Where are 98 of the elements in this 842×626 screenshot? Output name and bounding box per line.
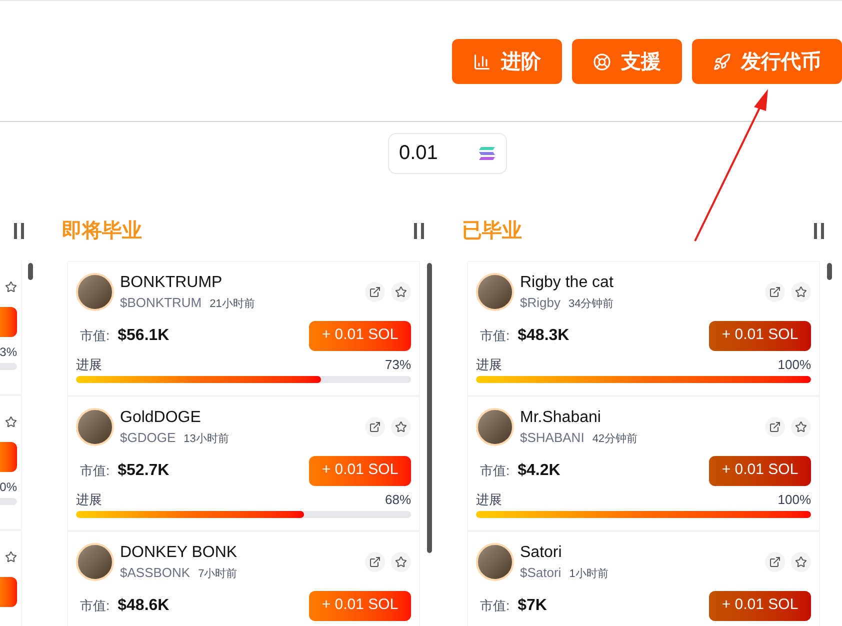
- token-name: GoldDOGE: [120, 408, 202, 428]
- star-icon: [395, 421, 408, 433]
- scrollbar-thumb[interactable]: [427, 263, 432, 553]
- buy-button[interactable]: [0, 307, 17, 337]
- market-cap-label: 市值:: [480, 462, 510, 480]
- market-cap-label: 市值:: [80, 596, 110, 615]
- rocket-icon: [713, 52, 731, 70]
- market-cap-value: $48.3K: [518, 326, 570, 346]
- star-button[interactable]: [791, 417, 812, 437]
- token-ticker: $ASSBONK: [120, 564, 190, 582]
- token-name: Rigby the cat: [520, 273, 614, 293]
- external-link-icon: [769, 556, 782, 568]
- progress-label: 进展: [76, 356, 102, 374]
- progress-percent: 0%: [0, 479, 17, 496]
- token-age: 13小时前: [184, 432, 229, 447]
- external-link-icon: [369, 556, 382, 568]
- pause-icon[interactable]: [414, 223, 424, 239]
- star-button[interactable]: [391, 417, 412, 437]
- progress-label: 进展: [476, 490, 502, 508]
- star-icon: [795, 286, 808, 298]
- column-title: 已毕业: [462, 219, 522, 244]
- buy-button[interactable]: + 0.01 SOL: [309, 456, 412, 486]
- progress-label: 进展: [476, 356, 502, 374]
- star-icon: [395, 286, 408, 298]
- star-button[interactable]: [391, 282, 412, 302]
- solana-logo-icon: [479, 147, 495, 160]
- star-icon[interactable]: [5, 551, 17, 563]
- star-button[interactable]: [791, 552, 812, 572]
- scrollbar-thumb[interactable]: [28, 263, 33, 280]
- star-button[interactable]: [391, 552, 412, 572]
- buy-button[interactable]: + 0.01 SOL: [309, 590, 412, 620]
- token-age: 7小时前: [198, 567, 238, 582]
- lifebuoy-icon: [593, 52, 611, 70]
- progress-label: 进展: [76, 490, 102, 508]
- buy-button[interactable]: [0, 577, 17, 607]
- avatar-placeholder: [76, 543, 114, 581]
- market-cap-value: $7K: [518, 596, 547, 616]
- token-name: Satori: [520, 543, 563, 563]
- buy-button[interactable]: + 0.01 SOL: [309, 320, 412, 350]
- external-link-button[interactable]: [765, 417, 786, 437]
- external-link-button[interactable]: [365, 417, 386, 437]
- avatar-placeholder: [76, 408, 114, 446]
- progress-percent: 68%: [385, 490, 412, 508]
- buy-button[interactable]: + 0.01 SOL: [709, 320, 812, 350]
- amount-field[interactable]: 0.01: [388, 133, 507, 174]
- external-link-icon: [769, 286, 782, 298]
- token-name: BONKTRUMP: [120, 273, 224, 293]
- market-cap-label: 市值:: [80, 462, 110, 480]
- header-button[interactable]: 发行代币: [692, 39, 842, 84]
- buy-button[interactable]: + 0.01 SOL: [709, 456, 812, 486]
- token-name: DONKEY BONK: [120, 543, 238, 563]
- token-name: Mr.Shabani: [520, 408, 602, 428]
- avatar-placeholder: [476, 408, 514, 446]
- token-ticker: $GDOGE: [120, 429, 176, 447]
- buy-button[interactable]: [0, 442, 17, 472]
- progress-percent: 100%: [778, 356, 812, 374]
- token-age: 34分钟前: [568, 297, 614, 312]
- market-cap-label: 市值:: [80, 326, 110, 345]
- avatar-placeholder: [76, 273, 114, 311]
- star-icon: [395, 556, 408, 568]
- progress-percent: 100%: [778, 490, 812, 508]
- external-link-button[interactable]: [765, 282, 786, 302]
- token-ticker: $BONKTRUM: [120, 294, 202, 312]
- market-cap-value: $4.2K: [518, 460, 560, 480]
- avatar-placeholder: [476, 543, 514, 581]
- external-link-button[interactable]: [765, 552, 786, 572]
- token-age: 21小时前: [210, 297, 255, 312]
- star-button[interactable]: [791, 282, 812, 302]
- external-link-icon: [369, 421, 382, 433]
- header-button[interactable]: 进阶: [452, 39, 562, 84]
- token-age: 1小时前: [569, 567, 608, 582]
- star-icon: [795, 556, 808, 568]
- header-button[interactable]: 支援: [572, 39, 682, 84]
- buy-button[interactable]: + 0.01 SOL: [709, 590, 812, 620]
- market-cap-value: $56.1K: [118, 326, 170, 346]
- external-link-icon: [369, 286, 382, 298]
- star-icon[interactable]: [5, 416, 17, 428]
- market-cap-value: $52.7K: [118, 460, 170, 480]
- token-ticker: $Rigby: [520, 294, 560, 312]
- avatar-placeholder: [476, 273, 514, 311]
- column-title: 即将毕业: [62, 219, 142, 244]
- bar-chart-icon: [473, 52, 491, 70]
- progress-percent: 73%: [385, 356, 412, 374]
- star-icon[interactable]: [5, 281, 17, 293]
- external-link-button[interactable]: [365, 282, 386, 302]
- market-cap-value: $48.6K: [118, 596, 170, 616]
- external-link-button[interactable]: [365, 552, 386, 572]
- external-link-icon: [769, 421, 782, 433]
- pause-icon[interactable]: [814, 223, 824, 239]
- token-age: 42分钟前: [592, 432, 638, 447]
- token-ticker: $Satori: [520, 564, 562, 582]
- progress-percent: 3%: [0, 344, 17, 361]
- star-icon: [795, 421, 808, 433]
- token-ticker: $SHABANI: [520, 429, 584, 447]
- scrollbar-thumb[interactable]: [827, 263, 832, 280]
- market-cap-label: 市值:: [480, 596, 510, 615]
- market-cap-label: 市值:: [480, 326, 510, 345]
- pause-icon[interactable]: [14, 223, 24, 239]
